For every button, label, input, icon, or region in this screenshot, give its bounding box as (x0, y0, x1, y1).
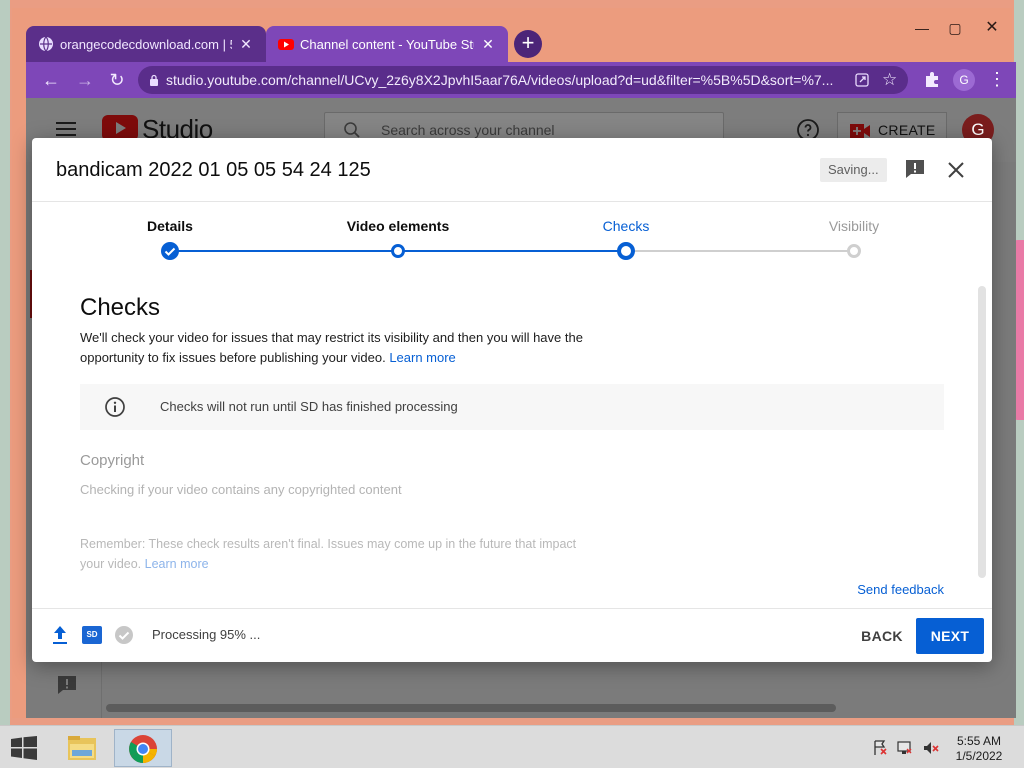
dialog-body: Checks We'll check your video for issues… (32, 282, 992, 610)
back-button[interactable]: BACK (854, 618, 910, 654)
upload-dialog: bandicam 2022 01 05 05 54 24 125 Saving.… (32, 138, 992, 662)
saving-status-badge: Saving... (820, 158, 887, 182)
copyright-description: Checking if your video contains any copy… (80, 482, 402, 497)
windows-start-icon[interactable] (10, 736, 38, 760)
lock-icon (150, 74, 158, 86)
address-bar[interactable]: studio.youtube.com/channel/UCvy_2z6y8X2J… (138, 66, 908, 94)
step-checks-dot[interactable] (617, 242, 635, 260)
minimize-button[interactable]: — (907, 18, 937, 38)
taskbar-chrome-button[interactable] (114, 729, 172, 767)
tab-title: Channel content - YouTube Studio (300, 36, 474, 52)
desktop-left-strip (0, 0, 10, 725)
feedback-icon[interactable] (56, 674, 78, 696)
copyright-title: Copyright (80, 452, 145, 469)
step-details-check-icon[interactable] (161, 242, 179, 260)
upload-arrow-icon[interactable] (52, 625, 68, 645)
checks-status-check-icon[interactable] (114, 625, 134, 645)
system-tray-icons[interactable] (872, 739, 944, 757)
step-label-video-elements[interactable]: Video elements (347, 218, 449, 234)
remember-note: Remember: These check results aren't fin… (80, 534, 600, 574)
step-label-visibility[interactable]: Visibility (829, 218, 879, 234)
extensions-puzzle-icon[interactable] (923, 70, 941, 88)
bookmark-star-icon[interactable]: ☆ (882, 70, 897, 90)
step-label-checks[interactable]: Checks (603, 218, 650, 234)
dialog-scrollbar[interactable] (978, 286, 986, 578)
file-explorer-icon[interactable] (60, 730, 104, 766)
search-icon (344, 122, 360, 138)
taskbar-clock[interactable]: 5:55 AM 1/5/2022 (944, 734, 1014, 764)
tab-close-icon[interactable]: ✕ (238, 36, 254, 53)
volume-muted-icon (924, 742, 939, 754)
horizontal-scrollbar[interactable] (106, 704, 836, 712)
share-icon[interactable] (854, 72, 870, 88)
video-camera-plus-icon (850, 124, 870, 138)
stepper-line-remaining (626, 250, 854, 252)
reload-icon[interactable]: ↻ (104, 68, 130, 92)
learn-more-link[interactable]: Learn more (389, 350, 455, 365)
dialog-title: bandicam 2022 01 05 05 54 24 125 (56, 159, 371, 181)
create-label: CREATE (878, 122, 936, 138)
step-video-elements-dot[interactable] (391, 244, 405, 258)
tab-close-icon[interactable]: ✕ (480, 36, 496, 53)
action-center-flag-icon (874, 740, 887, 755)
info-icon (105, 397, 125, 417)
url-text: studio.youtube.com/channel/UCvy_2z6y8X2J… (166, 72, 834, 88)
window-close-button[interactable]: ✕ (972, 18, 1012, 38)
checks-description: We'll check your video for issues that m… (80, 328, 600, 368)
sd-quality-badge[interactable]: SD (82, 626, 102, 644)
browser-profile-avatar[interactable]: G (953, 69, 975, 91)
clock-date: 1/5/2022 (955, 749, 1003, 763)
close-icon[interactable] (946, 160, 966, 180)
browser-tab-1[interactable]: orangecodecdownload.com | 52... ✕ (26, 26, 266, 62)
desktop: — ▢ ✕ orangecodecdownload.com | 52... ✕ … (0, 0, 1024, 768)
step-label-details[interactable]: Details (147, 218, 193, 234)
send-feedback-link[interactable]: Send feedback (857, 582, 944, 597)
browser-toolbar: ← → ↻ studio.youtube.com/channel/UCvy_2z… (26, 62, 1016, 98)
upload-stepper: Details Video elements Checks Visibility (32, 202, 992, 282)
hamburger-menu-icon[interactable] (56, 122, 76, 136)
search-placeholder: Search across your channel (381, 122, 555, 138)
taskbar: 5:55 AM 1/5/2022 (0, 725, 1024, 768)
checks-heading: Checks (80, 294, 161, 321)
checks-info-message: Checks will not run until SD has finishe… (160, 399, 458, 414)
step-visibility-dot[interactable] (847, 244, 861, 258)
back-arrow-icon[interactable]: ← (38, 68, 64, 92)
network-icon (897, 741, 912, 754)
checks-info-box: Checks will not run until SD has finishe… (80, 384, 944, 430)
more-menu-icon[interactable]: ⋮ (988, 68, 1006, 90)
next-button[interactable]: NEXT (916, 618, 984, 654)
processing-status: Processing 95% ... (152, 627, 261, 642)
new-tab-button[interactable]: + (514, 30, 542, 58)
browser-tab-2[interactable]: Channel content - YouTube Studio ✕ (266, 26, 508, 62)
dialog-header: bandicam 2022 01 05 05 54 24 125 Saving.… (32, 138, 992, 202)
forward-arrow-icon[interactable]: → (72, 68, 98, 92)
dialog-footer: SD Processing 95% ... BACK NEXT (32, 608, 992, 662)
tab-title: orangecodecdownload.com | 52... (60, 36, 232, 52)
remember-learn-more-link[interactable]: Learn more (145, 557, 209, 571)
clock-time: 5:55 AM (956, 734, 1002, 748)
maximize-button[interactable]: ▢ (940, 18, 970, 38)
globe-icon (39, 36, 53, 52)
chrome-icon (129, 735, 157, 763)
checks-description-text: We'll check your video for issues that m… (80, 330, 583, 365)
report-feedback-icon[interactable] (904, 158, 926, 180)
youtube-icon (278, 39, 294, 50)
